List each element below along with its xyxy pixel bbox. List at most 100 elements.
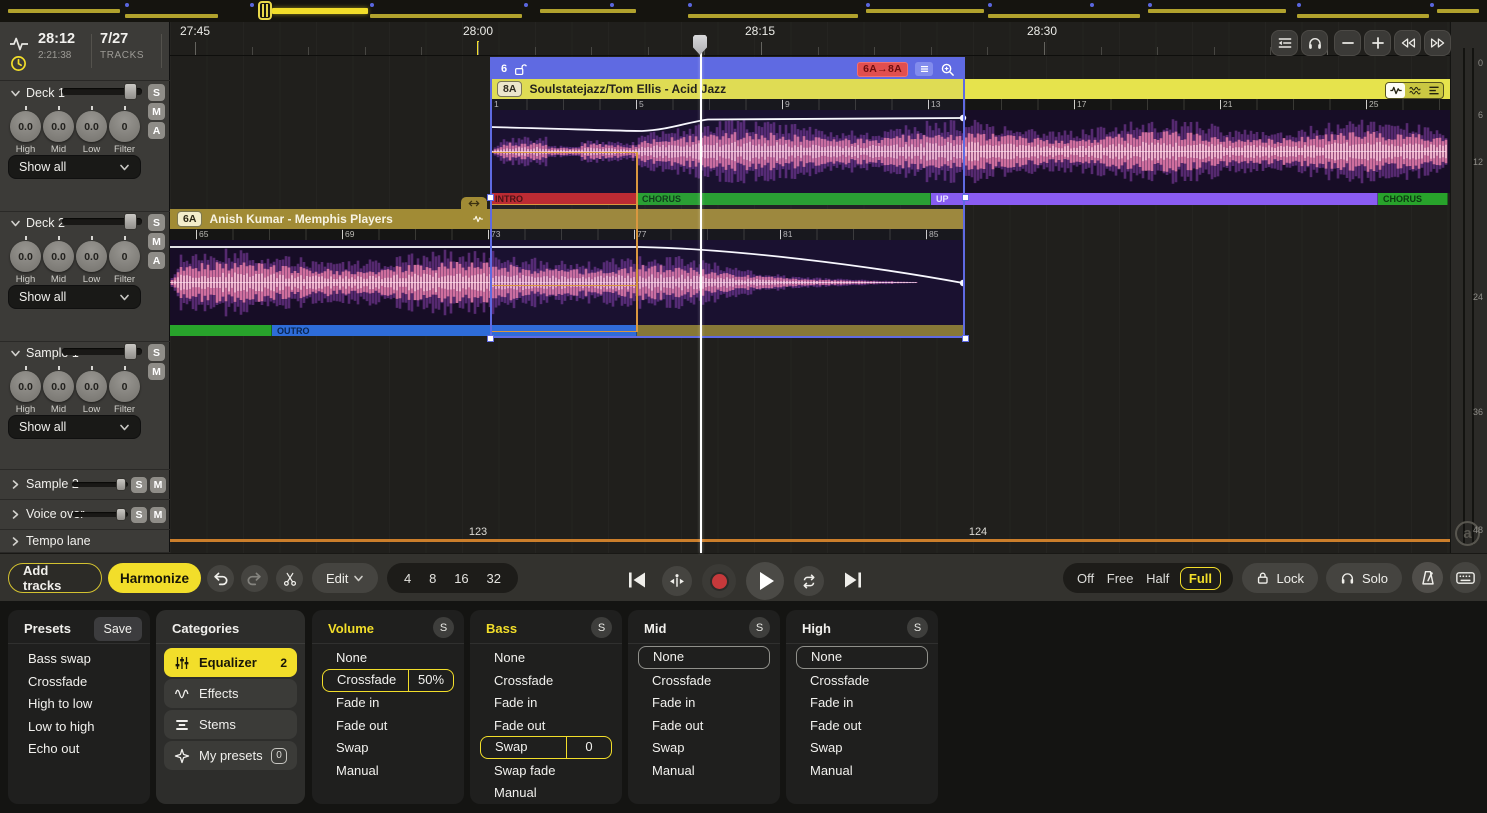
eq-option-fade-in[interactable]: Fade in bbox=[796, 691, 928, 714]
channel-volume-slider[interactable] bbox=[62, 88, 142, 95]
channel-volume-slider[interactable] bbox=[62, 348, 142, 355]
slider-thumb[interactable] bbox=[124, 343, 137, 360]
jump-to-playhead-button[interactable] bbox=[662, 566, 692, 596]
chevron-right-icon[interactable] bbox=[10, 509, 21, 520]
selection-handle[interactable] bbox=[487, 335, 494, 342]
time-ruler[interactable]: 27:4528:0028:1528:30 bbox=[170, 22, 1450, 56]
eq-option-swap[interactable]: Swap bbox=[322, 736, 454, 759]
split-scissors-button[interactable] bbox=[276, 565, 303, 592]
show-all-dropdown[interactable]: Show all bbox=[8, 415, 141, 439]
mid-knob[interactable]: 0.0Mid bbox=[42, 236, 75, 285]
category-item-my-presets[interactable]: My presets0 bbox=[164, 741, 297, 770]
solo-button[interactable]: S bbox=[131, 477, 147, 493]
mid-knob[interactable]: 0.0Mid bbox=[42, 366, 75, 415]
overview-track-segment[interactable] bbox=[1148, 9, 1286, 13]
skip-forward-button[interactable] bbox=[842, 569, 864, 591]
mute-button[interactable]: M bbox=[148, 233, 165, 250]
solo-button[interactable]: S bbox=[148, 344, 165, 361]
low-knob[interactable]: 0.0Low bbox=[75, 106, 108, 155]
preset-item[interactable]: High to low bbox=[28, 696, 92, 714]
add-tracks-button[interactable]: Add tracks bbox=[8, 563, 102, 593]
eq-option-crossfade[interactable]: Crossfade bbox=[796, 669, 928, 692]
eq-option-manual[interactable]: Manual bbox=[322, 759, 454, 782]
mid-knob[interactable]: 0.0Mid bbox=[42, 106, 75, 155]
selection-handle[interactable] bbox=[962, 335, 969, 342]
column-solo-button[interactable]: S bbox=[749, 617, 770, 638]
jump-forward-button[interactable] bbox=[1424, 30, 1451, 56]
overview-track-segment[interactable] bbox=[688, 14, 858, 18]
jump-back-button[interactable] bbox=[1394, 30, 1421, 56]
category-item-effects[interactable]: Effects bbox=[164, 679, 297, 708]
zoom-out-button[interactable] bbox=[1334, 30, 1361, 56]
slider-thumb[interactable] bbox=[116, 508, 126, 521]
mute-button[interactable]: M bbox=[148, 363, 165, 380]
column-solo-button[interactable]: S bbox=[907, 617, 928, 638]
bar-length-4[interactable]: 4 bbox=[404, 571, 411, 586]
tempo-mode-half[interactable]: Half bbox=[1144, 568, 1171, 589]
overview-track-segment[interactable] bbox=[988, 14, 1140, 18]
metronome-button[interactable] bbox=[1412, 562, 1443, 593]
mute-button[interactable]: M bbox=[148, 103, 165, 120]
column-solo-button[interactable]: S bbox=[591, 617, 612, 638]
tempo-mode-off[interactable]: Off bbox=[1075, 568, 1096, 589]
mute-button[interactable]: M bbox=[150, 507, 166, 523]
high-knob[interactable]: 0.0High bbox=[9, 366, 42, 415]
solo-button[interactable]: S bbox=[131, 507, 147, 523]
overview-playhead-handle[interactable] bbox=[258, 1, 272, 20]
eq-option-fade-in[interactable]: Fade in bbox=[638, 691, 770, 714]
low-knob[interactable]: 0.0Low bbox=[75, 366, 108, 415]
skip-back-button[interactable] bbox=[626, 569, 648, 591]
edit-menu-button[interactable]: Edit bbox=[312, 563, 378, 593]
chevron-right-icon[interactable] bbox=[10, 536, 21, 547]
eq-option-swap[interactable]: Swap bbox=[638, 736, 770, 759]
high-knob[interactable]: 0.0High bbox=[9, 106, 42, 155]
eq-option-none[interactable]: None bbox=[322, 646, 454, 669]
filter-knob[interactable]: 0Filter bbox=[108, 366, 141, 415]
overview-track-segment[interactable] bbox=[272, 8, 368, 14]
song-section-segment[interactable] bbox=[170, 325, 272, 336]
overview-track-segment[interactable] bbox=[370, 14, 522, 18]
lock-button[interactable]: Lock bbox=[1242, 563, 1318, 593]
filter-knob[interactable]: 0Filter bbox=[108, 106, 141, 155]
overview-track-segment[interactable] bbox=[1437, 9, 1479, 13]
eq-option-manual[interactable]: Manual bbox=[480, 781, 612, 804]
category-item-equalizer[interactable]: Equalizer2 bbox=[164, 648, 297, 677]
record-button[interactable] bbox=[702, 564, 736, 598]
show-all-dropdown[interactable]: Show all bbox=[8, 285, 141, 309]
eq-option-manual[interactable]: Manual bbox=[796, 759, 928, 782]
stems-view-toggle[interactable] bbox=[1405, 83, 1424, 98]
overview-track-segment[interactable] bbox=[540, 9, 636, 13]
eq-option-swap[interactable]: Swap bbox=[796, 736, 928, 759]
channel-volume-slider[interactable] bbox=[72, 482, 128, 487]
eq-option-fade-out[interactable]: Fade out bbox=[322, 714, 454, 737]
filter-knob[interactable]: 0Filter bbox=[108, 236, 141, 285]
lanes-view-toggle[interactable] bbox=[1424, 83, 1443, 98]
zoom-rail[interactable]: a 0612243648 bbox=[1450, 22, 1487, 553]
tempo-mode-free[interactable]: Free bbox=[1105, 568, 1136, 589]
snap-lines-button[interactable] bbox=[1271, 30, 1298, 56]
song-section-chorus[interactable]: CHORUS bbox=[1378, 193, 1448, 205]
eq-option-none[interactable]: None bbox=[480, 646, 612, 669]
overview-track-segment[interactable] bbox=[1297, 14, 1429, 18]
solo-button[interactable]: S bbox=[148, 214, 165, 231]
eq-option-swap[interactable]: Swap0 bbox=[480, 736, 612, 759]
eq-option-crossfade[interactable]: Crossfade bbox=[638, 669, 770, 692]
selection-handle[interactable] bbox=[962, 194, 969, 201]
waveform-view-toggle[interactable] bbox=[1386, 83, 1405, 98]
loop-button[interactable] bbox=[794, 566, 824, 596]
channel-volume-slider[interactable] bbox=[62, 218, 142, 225]
selection-handle[interactable] bbox=[487, 194, 494, 201]
overview-minimap[interactable] bbox=[0, 0, 1487, 23]
track-move-tab[interactable] bbox=[461, 197, 487, 209]
eq-option-none[interactable]: None bbox=[638, 646, 770, 669]
zoom-in-button[interactable] bbox=[1364, 30, 1391, 56]
selection-header[interactable]: 66A→8A bbox=[492, 59, 963, 79]
eq-option-fade-out[interactable]: Fade out bbox=[480, 714, 612, 737]
play-button[interactable] bbox=[746, 562, 784, 600]
auto-button[interactable]: A bbox=[148, 122, 165, 139]
keyboard-shortcuts-button[interactable] bbox=[1450, 562, 1481, 593]
preset-item[interactable]: Low to high bbox=[28, 719, 95, 737]
chevron-down-icon[interactable] bbox=[10, 88, 21, 99]
eq-option-fade-out[interactable]: Fade out bbox=[638, 714, 770, 737]
cue-headphones-button[interactable] bbox=[1301, 30, 1328, 56]
